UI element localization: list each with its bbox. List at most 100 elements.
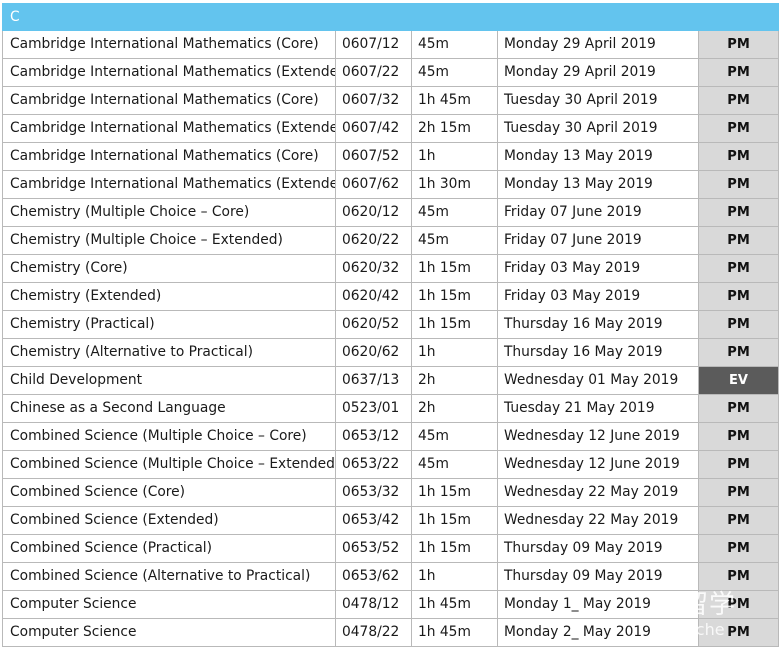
duration-cell: 1h 15m [411, 254, 498, 283]
duration-cell: 2h [411, 366, 498, 395]
subject-cell: Child Development [2, 366, 336, 395]
component-code-cell: 0607/22 [335, 58, 412, 87]
table-row: Combined Science (Multiple Choice – Exte… [2, 450, 779, 479]
component-code-cell: 0653/32 [335, 478, 412, 507]
session-badge: PM [697, 618, 779, 647]
table-row: Combined Science (Alternative to Practic… [2, 562, 779, 591]
subject-cell: Combined Science (Multiple Choice – Core… [2, 422, 336, 451]
exam-date-cell: Monday 13 May 2019 [497, 170, 699, 199]
table-row: Combined Science (Multiple Choice – Core… [2, 422, 779, 451]
subject-cell: Combined Science (Multiple Choice – Exte… [2, 450, 336, 479]
exam-date-cell: Monday 1_ May 2019 [497, 590, 699, 619]
session-badge: EV [697, 366, 779, 395]
duration-cell: 1h 45m [411, 618, 498, 647]
duration-cell: 2h [411, 394, 498, 423]
section-header-row: C [1, 3, 779, 31]
exam-date-cell: Tuesday 30 April 2019 [497, 114, 699, 143]
duration-cell: 1h 45m [411, 590, 498, 619]
exam-date-cell: Thursday 16 May 2019 [497, 338, 699, 367]
duration-cell: 1h 15m [411, 506, 498, 535]
session-badge: PM [697, 562, 779, 591]
table-row: Chemistry (Extended) 0620/42 1h 15m Friday … [2, 282, 779, 311]
duration-cell: 1h [411, 142, 498, 171]
table-row: Combined Science (Extended) 0653/42 1h 15m… [2, 506, 779, 535]
component-code-cell: 0607/52 [335, 142, 412, 171]
table-row: Computer Science 0478/22 1h 45m Monday 2_ M… [2, 618, 779, 647]
subject-cell: Combined Science (Practical) [2, 534, 336, 563]
session-badge: PM [697, 506, 779, 535]
component-code-cell: 0620/52 [335, 310, 412, 339]
component-code-cell: 0607/62 [335, 170, 412, 199]
subject-cell: Chemistry (Extended) [2, 282, 336, 311]
duration-cell: 45m [411, 58, 498, 87]
component-code-cell: 0653/42 [335, 506, 412, 535]
duration-cell: 45m [411, 30, 498, 59]
session-badge: PM [697, 282, 779, 311]
subject-cell: Chemistry (Practical) [2, 310, 336, 339]
subject-cell: Cambridge International Mathematics (Ext… [2, 114, 336, 143]
table-row: Chemistry (Alternative to Practical) 0620… [2, 338, 779, 367]
duration-cell: 2h 15m [411, 114, 498, 143]
session-badge: PM [697, 394, 779, 423]
subject-cell: Chinese as a Second Language [2, 394, 336, 423]
table-row: Computer Science 0478/12 1h 45m Monday 1_ M… [2, 590, 779, 619]
exam-date-cell: Tuesday 30 April 2019 [497, 86, 699, 115]
timetable-page: C Cambridge International Mathematics (C… [0, 0, 779, 652]
session-badge: PM [697, 142, 779, 171]
table-row: Cambridge International Mathematics (Cor… [2, 86, 779, 115]
session-badge: PM [697, 114, 779, 143]
table-row: Cambridge International Mathematics (Ext… [2, 114, 779, 143]
session-badge: PM [697, 450, 779, 479]
table-row: Chemistry (Core) 0620/32 1h 15m Friday 03 M… [2, 254, 779, 283]
component-code-cell: 0620/12 [335, 198, 412, 227]
subject-cell: Cambridge International Mathematics (Cor… [2, 142, 336, 171]
exam-date-cell: Wednesday 01 May 2019 [497, 366, 699, 395]
duration-cell: 45m [411, 422, 498, 451]
component-code-cell: 0478/12 [335, 590, 412, 619]
session-badge: PM [697, 590, 779, 619]
table-row: Chinese as a Second Language 0523/01 2h Tue… [2, 394, 779, 423]
exam-date-cell: Friday 03 May 2019 [497, 254, 699, 283]
exam-date-cell: Wednesday 22 May 2019 [497, 478, 699, 507]
exam-date-cell: Thursday 09 May 2019 [497, 562, 699, 591]
session-badge: PM [697, 170, 779, 199]
table-row: Combined Science (Practical) 0653/52 1h 15… [2, 534, 779, 563]
duration-cell: 45m [411, 226, 498, 255]
component-code-cell: 0653/12 [335, 422, 412, 451]
session-badge: PM [697, 338, 779, 367]
session-badge: PM [697, 30, 779, 59]
session-badge: PM [697, 86, 779, 115]
component-code-cell: 0607/32 [335, 86, 412, 115]
table-row: Cambridge International Mathematics (Cor… [2, 142, 779, 171]
subject-cell: Combined Science (Extended) [2, 506, 336, 535]
duration-cell: 1h 15m [411, 310, 498, 339]
subject-cell: Combined Science (Alternative to Practic… [2, 562, 336, 591]
session-badge: PM [697, 226, 779, 255]
exam-date-cell: Wednesday 22 May 2019 [497, 506, 699, 535]
duration-cell: 45m [411, 198, 498, 227]
subject-cell: Cambridge International Mathematics (Cor… [2, 86, 336, 115]
exam-date-cell: Wednesday 12 June 2019 [497, 422, 699, 451]
component-code-cell: 0653/62 [335, 562, 412, 591]
duration-cell: 45m [411, 450, 498, 479]
duration-cell: 1h [411, 562, 498, 591]
duration-cell: 1h 15m [411, 282, 498, 311]
subject-cell: Chemistry (Alternative to Practical) [2, 338, 336, 367]
subject-cell: Chemistry (Core) [2, 254, 336, 283]
component-code-cell: 0607/42 [335, 114, 412, 143]
table-row: Cambridge International Mathematics (Cor… [2, 30, 779, 59]
section-letter: C [1, 3, 779, 31]
exam-date-cell: Monday 13 May 2019 [497, 142, 699, 171]
exam-date-cell: Wednesday 12 June 2019 [497, 450, 699, 479]
duration-cell: 1h [411, 338, 498, 367]
table-row: Child Development 0637/13 2h Wednesday 01 M… [2, 366, 779, 395]
exam-timetable: C Cambridge International Mathematics (C… [1, 3, 779, 647]
subject-cell: Chemistry (Multiple Choice – Extended) [2, 226, 336, 255]
session-badge: PM [697, 534, 779, 563]
session-badge: PM [697, 254, 779, 283]
subject-cell: Cambridge International Mathematics (Ext… [2, 58, 336, 87]
exam-date-cell: Monday 29 April 2019 [497, 30, 699, 59]
component-code-cell: 0653/22 [335, 450, 412, 479]
exam-date-cell: Thursday 09 May 2019 [497, 534, 699, 563]
table-row: Chemistry (Practical) 0620/52 1h 15m Thursd… [2, 310, 779, 339]
